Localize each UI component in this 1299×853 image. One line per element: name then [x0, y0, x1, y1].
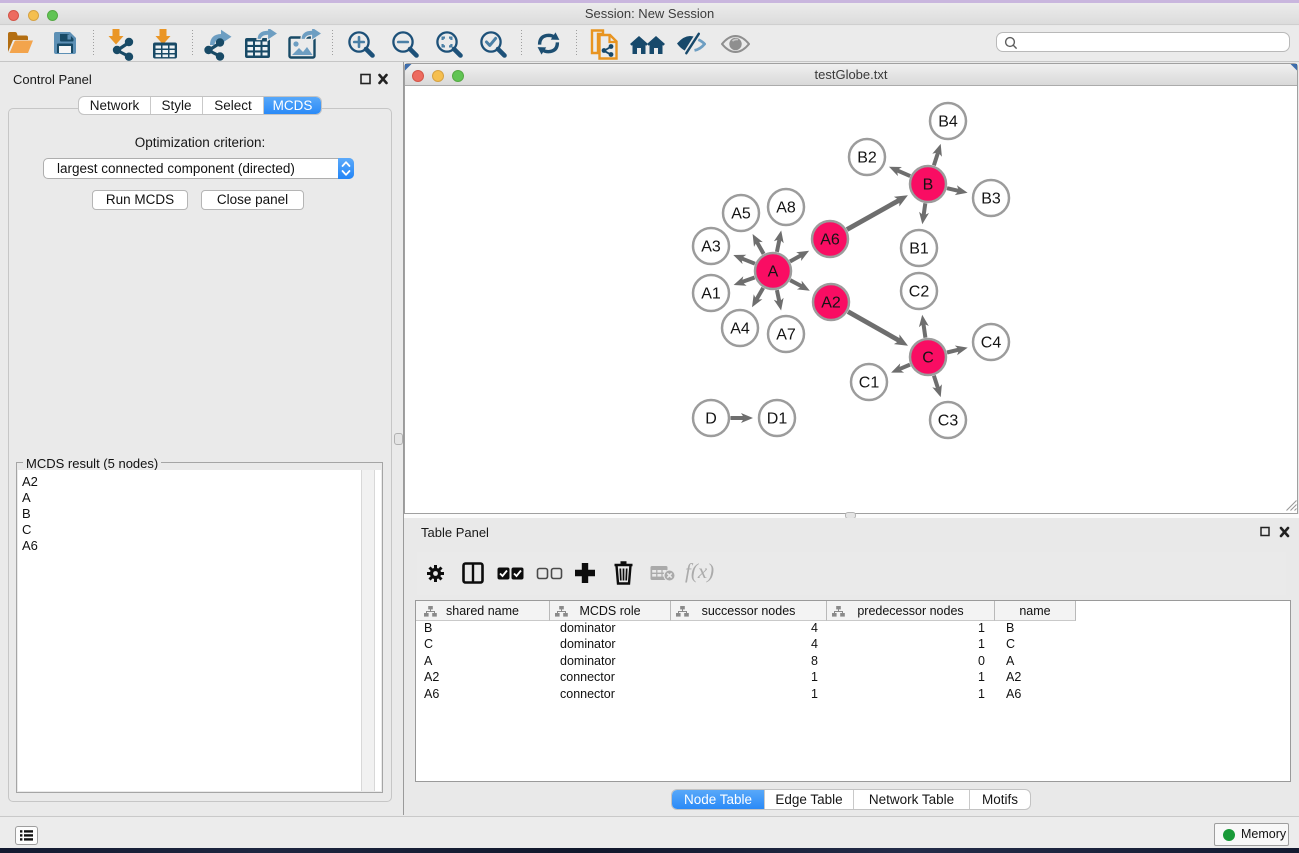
- svg-text:B2: B2: [857, 150, 877, 167]
- svg-text:A1: A1: [701, 286, 721, 303]
- svg-text:A4: A4: [730, 321, 750, 338]
- svg-text:C: C: [922, 350, 934, 367]
- svg-text:B3: B3: [981, 191, 1001, 208]
- svg-text:B4: B4: [938, 114, 958, 131]
- svg-text:C2: C2: [909, 284, 930, 301]
- svg-text:B: B: [923, 177, 934, 194]
- svg-text:A3: A3: [701, 239, 721, 256]
- svg-text:A8: A8: [776, 200, 796, 217]
- svg-text:A5: A5: [731, 206, 751, 223]
- svg-text:C4: C4: [981, 335, 1002, 352]
- svg-text:A6: A6: [820, 232, 840, 249]
- svg-text:D: D: [705, 411, 717, 428]
- svg-text:A7: A7: [776, 327, 796, 344]
- svg-text:A: A: [768, 264, 779, 281]
- svg-text:C1: C1: [859, 375, 880, 392]
- svg-text:C3: C3: [938, 413, 959, 430]
- svg-text:B1: B1: [909, 241, 929, 258]
- svg-text:D1: D1: [767, 411, 788, 428]
- svg-text:A2: A2: [821, 295, 841, 312]
